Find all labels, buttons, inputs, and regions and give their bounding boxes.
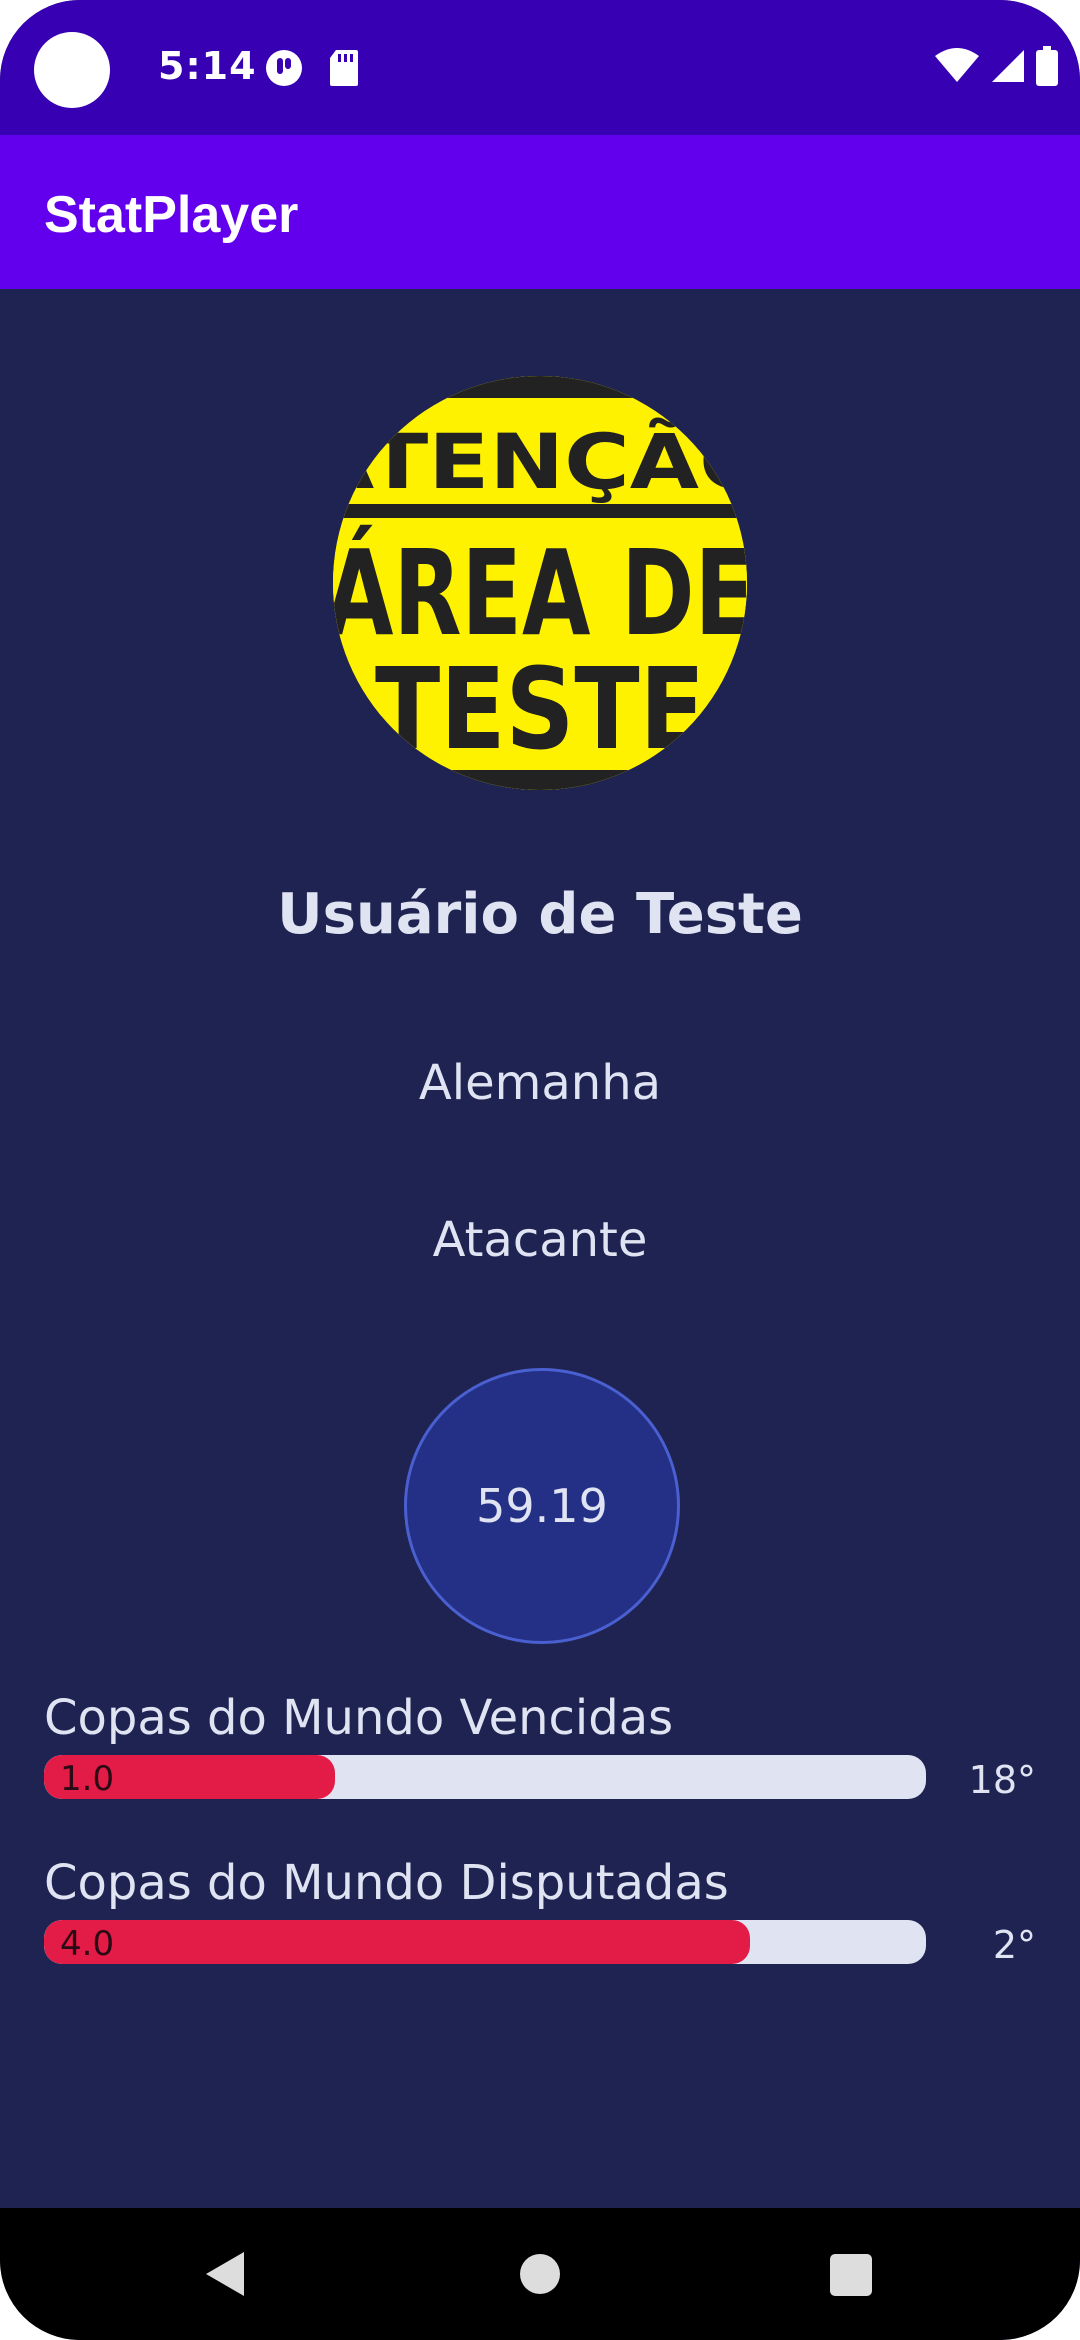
stat-rank-world-cups-played: 2°	[992, 1923, 1036, 1967]
battery-icon	[1036, 46, 1058, 86]
navigation-bar	[0, 2208, 1080, 2340]
warning-test-area-image: ATENÇÃO ÁREA DE TESTE	[333, 376, 747, 790]
stat-label-world-cups-played: Copas do Mundo Disputadas	[44, 1855, 729, 1911]
wifi-icon	[935, 48, 979, 82]
signal-icon	[992, 50, 1024, 82]
notification-icon	[266, 50, 302, 86]
status-right-icons	[934, 46, 1058, 86]
camera-cutout	[34, 32, 110, 108]
status-time: 5:14	[158, 44, 257, 88]
stat-bar-world-cups-won: 1.0	[44, 1755, 926, 1799]
home-icon[interactable]	[518, 2248, 562, 2300]
app-title: StatPlayer	[44, 186, 299, 244]
sd-card-icon	[330, 50, 358, 86]
avatar-text-line3: TESTE	[375, 645, 705, 775]
player-position: Atacante	[432, 1212, 648, 1268]
stat-bar-world-cups-played: 4.0	[44, 1920, 926, 1964]
stat-bar-fill	[44, 1920, 750, 1964]
stat-label-world-cups-won: Copas do Mundo Vencidas	[44, 1690, 674, 1746]
avatar-text-line2: ÁREA DE	[333, 524, 747, 662]
profile-avatar: ATENÇÃO ÁREA DE TESTE	[333, 376, 747, 790]
stat-bar-value: 1.0	[60, 1759, 115, 1799]
avatar-text-line1: ATENÇÃO	[333, 417, 747, 506]
score-circle: 59.19	[404, 1368, 680, 1644]
status-bar: 5:14	[0, 0, 1080, 135]
player-country: Alemanha	[418, 1055, 662, 1111]
phone-screen: 5:14 StatPlayer TENÇÃO ÁREA DE TESTE Usu…	[0, 0, 1080, 2340]
recents-icon[interactable]	[828, 2248, 874, 2300]
stat-rank-world-cups-won: 18°	[968, 1758, 1036, 1802]
back-icon[interactable]	[200, 2248, 248, 2300]
app-bar: StatPlayer	[0, 135, 1080, 289]
score-value: 59.19	[476, 1479, 608, 1533]
stat-bar-value: 4.0	[60, 1924, 115, 1964]
player-name: Usuário de Teste	[277, 882, 803, 947]
